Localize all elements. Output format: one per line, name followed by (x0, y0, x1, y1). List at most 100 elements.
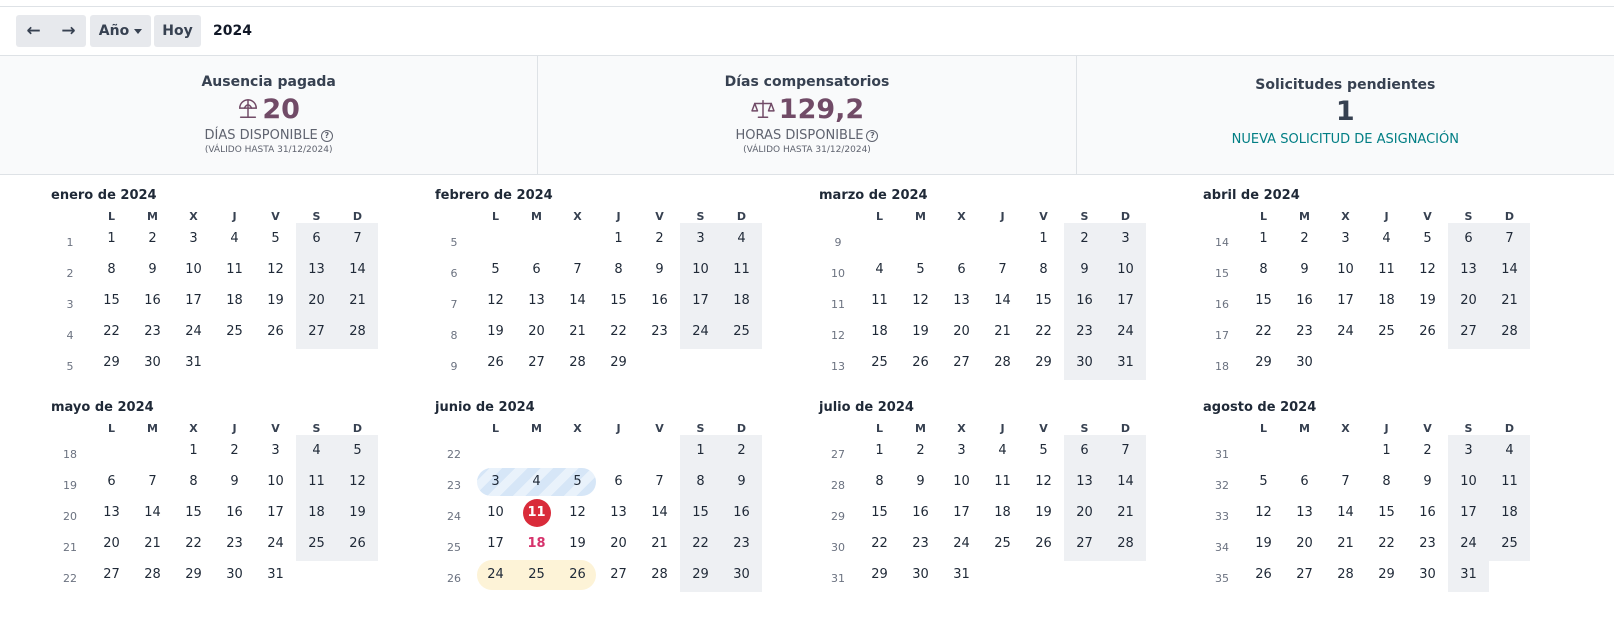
calendar-day[interactable]: 9 (132, 254, 173, 285)
calendar-day[interactable]: 28 (1489, 316, 1530, 347)
calendar-day[interactable]: 10 (173, 254, 214, 285)
new-allocation-request-link[interactable]: NUEVA SOLICITUD DE ASIGNACIÓN (1232, 132, 1459, 147)
calendar-day[interactable]: 31 (173, 347, 214, 378)
calendar-day[interactable]: 12 (1243, 497, 1284, 528)
calendar-day[interactable]: 1 (680, 435, 721, 466)
calendar-day[interactable]: 16 (900, 497, 941, 528)
calendar-day[interactable]: 6 (91, 466, 132, 497)
calendar-day[interactable]: 5 (900, 254, 941, 285)
calendar-day[interactable]: 14 (1489, 254, 1530, 285)
calendar-day[interactable]: 3 (680, 223, 721, 254)
calendar-day[interactable]: 5 (1407, 223, 1448, 254)
calendar-day[interactable]: 14 (639, 497, 680, 528)
calendar-day[interactable]: 6 (1448, 223, 1489, 254)
calendar-day[interactable]: 26 (1023, 528, 1064, 559)
calendar-day[interactable]: 1 (598, 223, 639, 254)
calendar-day[interactable]: 16 (639, 285, 680, 316)
calendar-day[interactable]: 4 (1489, 435, 1530, 466)
calendar-day[interactable]: 6 (1284, 466, 1325, 497)
calendar-day[interactable]: 13 (941, 285, 982, 316)
calendar-day[interactable]: 29 (91, 347, 132, 378)
calendar-day[interactable]: 25 (516, 559, 557, 590)
calendar-day[interactable]: 5 (475, 254, 516, 285)
calendar-day[interactable]: 10 (941, 466, 982, 497)
calendar-day[interactable]: 8 (1023, 254, 1064, 285)
calendar-day[interactable]: 22 (173, 528, 214, 559)
calendar-day[interactable]: 3 (1105, 223, 1146, 254)
calendar-day[interactable]: 2 (721, 435, 762, 466)
calendar-day[interactable]: 23 (132, 316, 173, 347)
calendar-day[interactable]: 2 (132, 223, 173, 254)
calendar-day[interactable]: 24 (680, 316, 721, 347)
calendar-day[interactable]: 15 (1366, 497, 1407, 528)
calendar-day[interactable]: 19 (255, 285, 296, 316)
calendar-day[interactable]: 23 (639, 316, 680, 347)
calendar-day[interactable]: 18 (721, 285, 762, 316)
calendar-day[interactable]: 22 (91, 316, 132, 347)
calendar-day[interactable]: 28 (132, 559, 173, 590)
calendar-day[interactable]: 21 (337, 285, 378, 316)
calendar-day[interactable]: 7 (1489, 223, 1530, 254)
calendar-day[interactable]: 28 (557, 347, 598, 378)
next-button[interactable]: → (51, 15, 86, 47)
calendar-day[interactable]: 26 (1243, 559, 1284, 590)
calendar-day[interactable]: 12 (557, 497, 598, 528)
calendar-day[interactable]: 1 (1366, 435, 1407, 466)
calendar-day[interactable]: 5 (1243, 466, 1284, 497)
calendar-day[interactable]: 13 (296, 254, 337, 285)
previous-button[interactable]: ← (16, 15, 51, 47)
calendar-day[interactable]: 21 (1489, 285, 1530, 316)
calendar-day[interactable]: 27 (1284, 559, 1325, 590)
calendar-day[interactable]: 27 (296, 316, 337, 347)
calendar-day[interactable]: 28 (337, 316, 378, 347)
calendar-day[interactable]: 11 (721, 254, 762, 285)
calendar-day[interactable]: 25 (214, 316, 255, 347)
calendar-day[interactable]: 31 (941, 559, 982, 590)
calendar-day[interactable]: 14 (982, 285, 1023, 316)
calendar-day[interactable]: 15 (1243, 285, 1284, 316)
calendar-day[interactable]: 4 (721, 223, 762, 254)
calendar-day[interactable]: 12 (900, 285, 941, 316)
calendar-day[interactable]: 21 (557, 316, 598, 347)
calendar-day[interactable]: 20 (1448, 285, 1489, 316)
calendar-day[interactable]: 18 (516, 528, 557, 559)
calendar-day[interactable]: 2 (1407, 435, 1448, 466)
calendar-day[interactable]: 26 (557, 559, 598, 590)
calendar-day[interactable]: 7 (132, 466, 173, 497)
calendar-day[interactable]: 30 (132, 347, 173, 378)
calendar-day[interactable]: 15 (91, 285, 132, 316)
calendar-day[interactable]: 7 (1325, 466, 1366, 497)
calendar-day[interactable]: 29 (598, 347, 639, 378)
calendar-day[interactable]: 9 (1284, 254, 1325, 285)
calendar-day[interactable]: 16 (132, 285, 173, 316)
calendar-day[interactable]: 30 (1284, 347, 1325, 378)
calendar-day[interactable]: 12 (1407, 254, 1448, 285)
calendar-day[interactable]: 9 (214, 466, 255, 497)
calendar-day[interactable]: 28 (639, 559, 680, 590)
calendar-day[interactable]: 29 (859, 559, 900, 590)
calendar-day[interactable]: 15 (173, 497, 214, 528)
calendar-day[interactable]: 9 (721, 466, 762, 497)
calendar-day[interactable]: 18 (982, 497, 1023, 528)
help-icon[interactable]: ? (320, 129, 333, 142)
today-button[interactable]: Hoy (154, 15, 201, 47)
calendar-day[interactable]: 17 (255, 497, 296, 528)
calendar-day[interactable]: 9 (1064, 254, 1105, 285)
calendar-day[interactable]: 14 (132, 497, 173, 528)
calendar-day[interactable]: 26 (337, 528, 378, 559)
calendar-day[interactable]: 3 (475, 466, 516, 497)
calendar-day[interactable]: 20 (1284, 528, 1325, 559)
calendar-day[interactable]: 31 (255, 559, 296, 590)
calendar-day[interactable]: 24 (1448, 528, 1489, 559)
calendar-day[interactable]: 12 (1023, 466, 1064, 497)
calendar-day[interactable]: 14 (1105, 466, 1146, 497)
calendar-day[interactable]: 6 (941, 254, 982, 285)
calendar-day[interactable]: 7 (557, 254, 598, 285)
calendar-day[interactable]: 24 (255, 528, 296, 559)
calendar-day[interactable]: 29 (173, 559, 214, 590)
calendar-day[interactable]: 10 (255, 466, 296, 497)
calendar-day[interactable]: 24 (475, 559, 516, 590)
calendar-day[interactable]: 18 (1366, 285, 1407, 316)
calendar-day[interactable]: 15 (1023, 285, 1064, 316)
calendar-day[interactable]: 13 (598, 497, 639, 528)
